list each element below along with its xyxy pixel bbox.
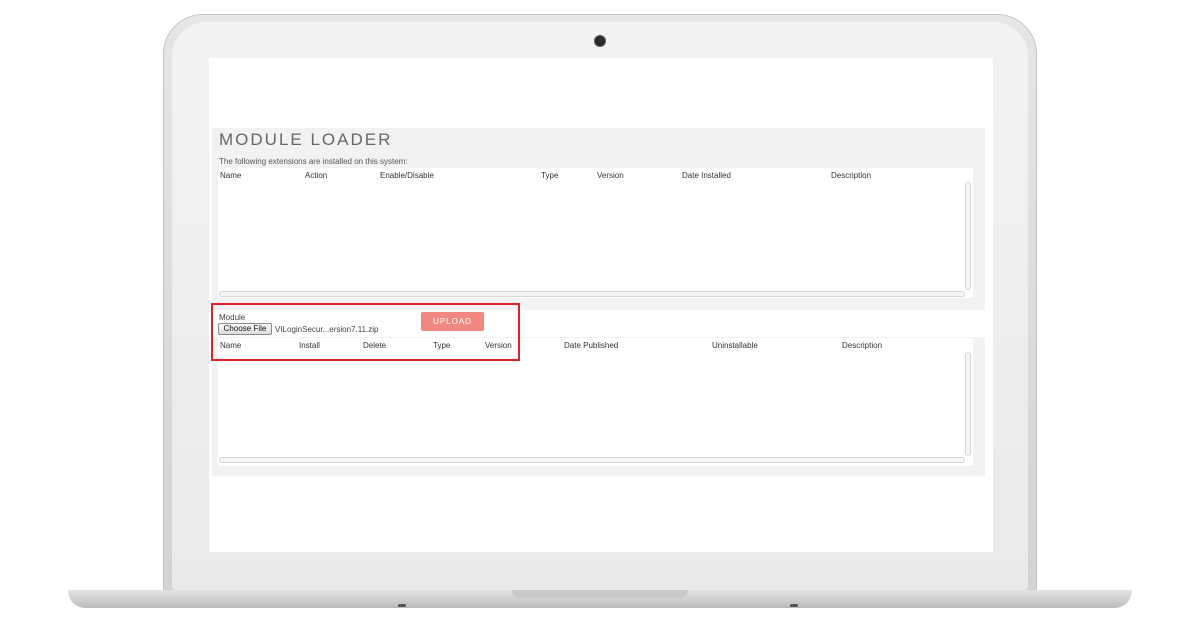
camera-icon	[594, 35, 606, 47]
installed-col-version[interactable]: Version	[597, 171, 624, 180]
installed-col-action[interactable]: Action	[305, 171, 327, 180]
installed-horizontal-scrollbar[interactable]	[219, 291, 965, 297]
installed-col-name[interactable]: Name	[220, 171, 241, 180]
available-col-uninstallable[interactable]: Uninstallable	[712, 341, 758, 350]
laptop-foot-left	[398, 604, 406, 607]
laptop-base-notch	[512, 590, 688, 598]
installed-col-type[interactable]: Type	[541, 171, 558, 180]
installed-col-description[interactable]: Description	[831, 171, 871, 180]
available-col-date-published[interactable]: Date Published	[564, 341, 618, 350]
available-col-description[interactable]: Description	[842, 341, 882, 350]
installed-col-date-installed[interactable]: Date Installed	[682, 171, 731, 180]
installed-caption: The following extensions are installed o…	[219, 157, 408, 166]
available-vertical-scrollbar[interactable]	[965, 352, 971, 456]
highlight-box	[211, 303, 520, 361]
installed-vertical-scrollbar[interactable]	[965, 182, 971, 290]
page-title: MODULE LOADER	[219, 130, 393, 149]
installed-col-enable-disable[interactable]: Enable/Disable	[380, 171, 434, 180]
screen: MODULE LOADER The following extensions a…	[209, 58, 993, 552]
installed-extensions-table	[218, 168, 973, 298]
available-horizontal-scrollbar[interactable]	[219, 457, 965, 463]
laptop-foot-right	[790, 604, 798, 607]
